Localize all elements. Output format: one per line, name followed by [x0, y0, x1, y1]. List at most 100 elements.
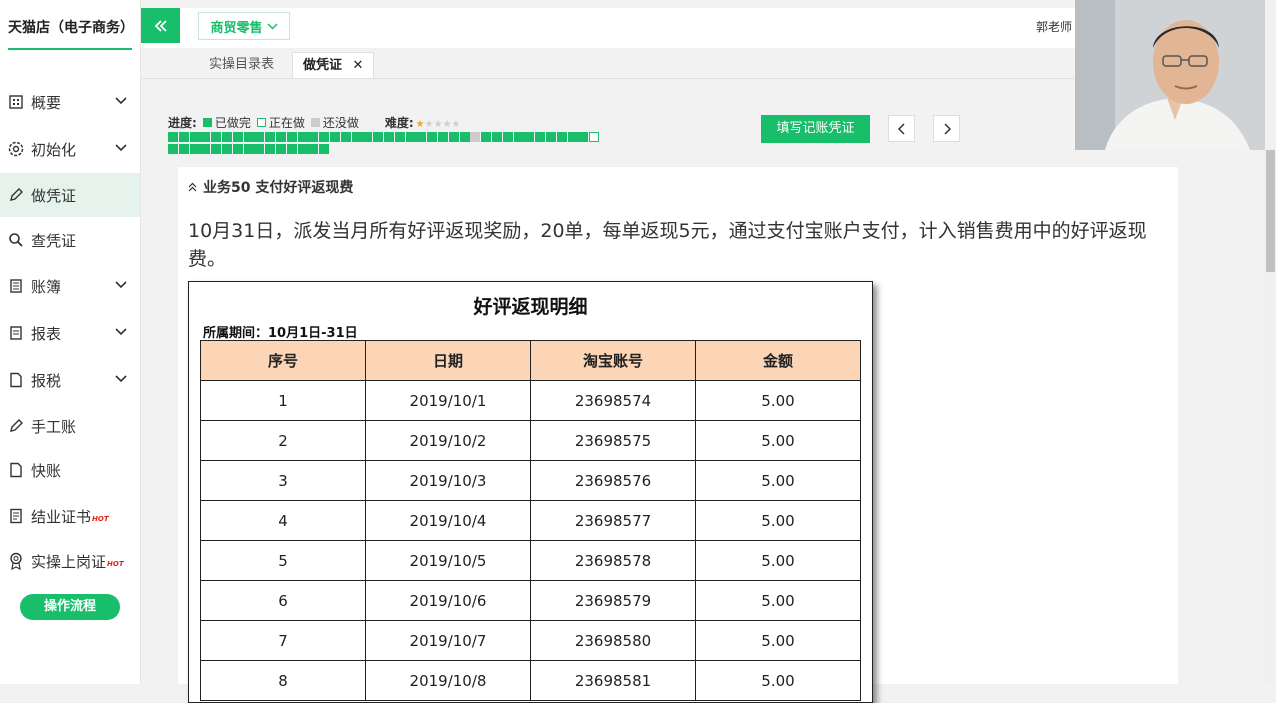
progress-cell[interactable]: [254, 144, 265, 154]
progress-cell[interactable]: [513, 132, 524, 142]
progress-cell[interactable]: [502, 132, 513, 142]
sidebar-item-query-voucher[interactable]: 查凭证: [0, 218, 140, 262]
progress-cell[interactable]: [178, 144, 189, 154]
sidebar-item-manual-ledger[interactable]: 手工账: [0, 404, 140, 448]
sidebar-item-certificate[interactable]: 结业证书 HOT: [0, 494, 140, 538]
progress-cell[interactable]: [535, 132, 546, 142]
prev-task-button[interactable]: [888, 115, 915, 142]
collapse-sidebar-button[interactable]: [141, 8, 180, 43]
difficulty-stars: ★★★★★: [416, 116, 461, 130]
progress-cell[interactable]: [319, 144, 330, 154]
progress-cell[interactable]: [254, 132, 265, 142]
progress-cell[interactable]: [265, 144, 276, 154]
progress-cell[interactable]: [222, 144, 232, 154]
progress-cell[interactable]: [189, 144, 200, 154]
progress-cell[interactable]: [265, 132, 276, 142]
progress-cell[interactable]: [330, 132, 340, 142]
progress-cell[interactable]: [200, 132, 211, 142]
progress-cell[interactable]: [211, 144, 222, 154]
progress-cell[interactable]: [276, 132, 286, 142]
progress-cell[interactable]: [362, 132, 373, 142]
progress-cell[interactable]: [308, 132, 319, 142]
fill-voucher-button[interactable]: 填写记账凭证: [761, 115, 870, 143]
module-select[interactable]: 商贸零售: [198, 12, 290, 40]
progress-cell[interactable]: [232, 144, 243, 154]
progress-cell[interactable]: [578, 132, 589, 142]
progress-cell[interactable]: [189, 132, 200, 142]
progress-cell[interactable]: [319, 132, 330, 142]
progress-cell[interactable]: [297, 144, 308, 154]
progress-cell[interactable]: [546, 132, 556, 142]
sidebar-item-tax[interactable]: 报税: [0, 358, 140, 402]
task-title-text: 业务50 支付好评返现费: [203, 180, 354, 196]
operation-flow-button[interactable]: 操作流程: [20, 594, 120, 620]
sidebar-item-job-certificate[interactable]: 实操上岗证 HOT: [0, 539, 140, 583]
progress-cell[interactable]: [200, 144, 211, 154]
scrollbar-thumb[interactable]: [1266, 150, 1275, 272]
task-title[interactable]: 业务50 支付好评返现费: [188, 177, 353, 197]
progress-cell[interactable]: [470, 132, 481, 142]
progress-cell[interactable]: [340, 132, 351, 142]
sidebar-item-reports[interactable]: 报表: [0, 311, 140, 355]
sidebar-item-quick-ledger[interactable]: 快账: [0, 448, 140, 492]
sidebar-item-ledger[interactable]: 账簿: [0, 264, 140, 308]
progress-cell[interactable]: [384, 132, 394, 142]
table-cell: 2019/10/2: [365, 420, 531, 461]
progress-cell[interactable]: [481, 132, 492, 142]
sidebar-item-label: 结业证书: [31, 507, 92, 526]
star-empty-icon: ★: [433, 118, 443, 130]
table-cell: 23698574: [530, 380, 696, 421]
progress-cell[interactable]: [308, 144, 319, 154]
table-row: 8 2019/10/8 23698581 5.00: [200, 660, 861, 701]
next-task-button[interactable]: [933, 115, 960, 142]
table-cell: 5.00: [695, 620, 861, 661]
sidebar-item-init[interactable]: 初始化: [0, 127, 140, 171]
progress-cell[interactable]: [416, 132, 427, 142]
tab-label: 做凭证: [303, 58, 343, 73]
table-cell: 2: [200, 420, 366, 461]
progress-cell[interactable]: [524, 132, 535, 142]
progress-cell[interactable]: [394, 132, 405, 142]
progress-cell[interactable]: [438, 132, 448, 142]
sidebar-item-label: 账簿: [31, 277, 62, 296]
progress-cell[interactable]: [243, 132, 254, 142]
progress-cell[interactable]: [427, 132, 438, 142]
progress-cell[interactable]: [243, 144, 254, 154]
progress-cell[interactable]: [232, 132, 243, 142]
progress-cell[interactable]: [405, 132, 416, 142]
tab-make-voucher[interactable]: 做凭证 ✕: [292, 52, 375, 78]
task-description: 10月31日，派发当月所有好评返现奖励，20单，每单返现5元，通过支付宝账户支付…: [188, 220, 1147, 270]
progress-cell[interactable]: [459, 132, 470, 142]
close-icon[interactable]: ✕: [353, 58, 364, 73]
user-name[interactable]: 郭老师: [1036, 18, 1072, 35]
sidebar-item-overview[interactable]: 概要: [0, 80, 140, 124]
progress-cell[interactable]: [276, 144, 286, 154]
sidebar-item-make-voucher[interactable]: 做凭证: [0, 173, 140, 217]
progress-cell[interactable]: [492, 132, 502, 142]
progress-cell[interactable]: [567, 132, 578, 142]
table-cell: 23698579: [530, 580, 696, 621]
store-name: 天猫店（电子商务）: [8, 18, 134, 50]
progress-cell[interactable]: [589, 132, 600, 142]
page-scrollbar[interactable]: [1265, 0, 1276, 684]
progress-cell[interactable]: [222, 132, 232, 142]
chevron-down-icon: [266, 22, 278, 30]
sidebar-item-label: 查凭证: [31, 231, 77, 250]
progress-cell[interactable]: [556, 132, 567, 142]
table-cell: 2019/10/4: [365, 500, 531, 541]
progress-cell[interactable]: [178, 132, 189, 142]
progress-cell[interactable]: [297, 132, 308, 142]
progress-cell[interactable]: [351, 132, 362, 142]
progress-cell[interactable]: [373, 132, 384, 142]
double-chevron-up-icon: [188, 182, 197, 192]
progress-cell[interactable]: [211, 132, 222, 142]
progress-cell[interactable]: [286, 132, 297, 142]
progress-cell[interactable]: [168, 144, 178, 154]
progress-cell[interactable]: [286, 144, 297, 154]
tab-practice-catalog[interactable]: 实操目录表: [199, 52, 284, 78]
sidebar: 天猫店（电子商务） 概要 初始化 做凭证 查凭证 账簿 报表 报税 手工账 快账…: [0, 0, 141, 684]
table-header-row: 序号 日期 淘宝账号 金额: [200, 340, 861, 381]
legend-todo-swatch: [310, 118, 320, 127]
progress-cell[interactable]: [168, 132, 178, 142]
progress-cell[interactable]: [448, 132, 459, 142]
